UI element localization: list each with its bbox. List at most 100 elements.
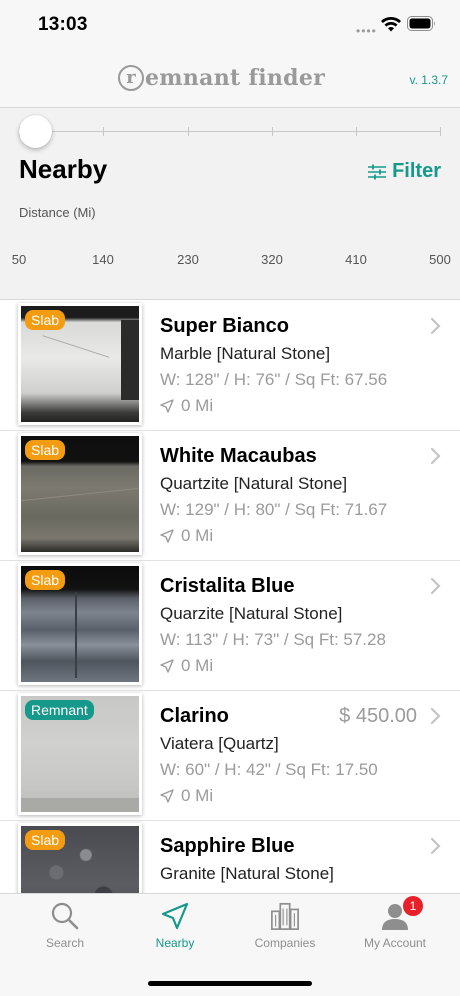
item-material: Viatera [Quartz] bbox=[160, 734, 279, 753]
item-name: Clarino bbox=[160, 705, 229, 727]
dark-granite-slab-photo: Slab bbox=[21, 826, 139, 893]
slab-seam bbox=[75, 592, 77, 678]
slider-tick bbox=[188, 127, 189, 136]
tab-my-account[interactable]: 1 My Account bbox=[340, 894, 450, 954]
item-material: Granite [Natural Stone] bbox=[160, 864, 334, 883]
item-dimensions: W: 129" / H: 80" / Sq Ft: 71.67 bbox=[160, 500, 388, 519]
item-distance-value: 0 Mi bbox=[181, 786, 214, 805]
list-item[interactable]: Slab White Macaubas Quartzite [Natural S… bbox=[0, 431, 460, 561]
distance-label: Distance (Mi) bbox=[19, 205, 96, 220]
item-dimensions: W: 128" / H: 76" / Sq Ft: 67.56 bbox=[160, 370, 388, 389]
logo-text: emnant finder bbox=[145, 65, 326, 91]
status-badge: Slab bbox=[25, 830, 66, 850]
tab-bar: Search Nearby Companies 1 My Account bbox=[0, 893, 460, 996]
signal-dots-icon: •••• bbox=[356, 24, 377, 38]
slider-thumb[interactable] bbox=[19, 115, 52, 148]
status-badge: Slab bbox=[25, 570, 66, 590]
item-thumbnail: Slab bbox=[18, 303, 142, 425]
distance-slider[interactable] bbox=[19, 113, 441, 149]
chevron-right-icon bbox=[430, 707, 441, 725]
status-badge: Slab bbox=[25, 440, 66, 460]
notification-badge: 1 bbox=[403, 896, 423, 916]
item-thumbnail: Slab bbox=[18, 563, 142, 685]
tab-label: My Account bbox=[363, 936, 427, 950]
status-time: 13:03 bbox=[38, 14, 88, 35]
tab-nearby[interactable]: Nearby bbox=[120, 894, 230, 954]
slider-tick-label: 230 bbox=[177, 252, 199, 267]
home-indicator[interactable] bbox=[148, 981, 312, 986]
tab-label: Search bbox=[45, 936, 85, 950]
battery-icon bbox=[407, 16, 435, 31]
chevron-right-icon bbox=[430, 577, 441, 595]
item-distance-value: 0 Mi bbox=[181, 656, 214, 675]
item-name: Sapphire Blue bbox=[160, 835, 295, 857]
item-price: $ 450.00 bbox=[339, 705, 417, 727]
item-distance-value: 0 Mi bbox=[181, 396, 214, 415]
magnifier-icon bbox=[51, 902, 79, 930]
slider-track[interactable] bbox=[19, 131, 441, 132]
item-name: Super Bianco bbox=[160, 315, 289, 337]
chevron-right-icon bbox=[430, 317, 441, 335]
filter-label: Filter bbox=[392, 160, 441, 182]
status-bar: 13:03 •••• bbox=[0, 0, 460, 50]
slab-base bbox=[21, 798, 139, 812]
status-badge: Slab bbox=[25, 310, 66, 330]
list-item[interactable]: Remnant Clarino $ 450.00 Viatera [Quartz… bbox=[0, 691, 460, 821]
item-name: White Macaubas bbox=[160, 445, 317, 467]
logo-mark: r bbox=[118, 65, 144, 91]
item-distance: 0 Mi bbox=[160, 526, 213, 546]
filter-sliders-icon bbox=[368, 164, 387, 179]
item-thumbnail: Slab bbox=[18, 823, 142, 893]
buildings-icon bbox=[271, 902, 299, 930]
page-title: Nearby bbox=[19, 154, 108, 184]
slider-tick bbox=[103, 127, 104, 136]
app-header: r emnant finder v. 1.3.7 bbox=[0, 50, 460, 108]
slider-tick-label: 140 bbox=[92, 252, 114, 267]
item-distance: 0 Mi bbox=[160, 396, 213, 416]
slider-tick bbox=[440, 127, 441, 136]
slider-tick bbox=[356, 127, 357, 136]
item-dimensions: W: 113" / H: 73" / Sq Ft: 57.28 bbox=[160, 630, 386, 649]
list-item[interactable]: Slab Sapphire Blue Granite [Natural Ston… bbox=[0, 821, 460, 893]
item-name: Cristalita Blue bbox=[160, 575, 295, 597]
tab-label: Companies bbox=[254, 936, 316, 950]
tab-companies[interactable]: Companies bbox=[230, 894, 340, 954]
tab-search[interactable]: Search bbox=[10, 894, 120, 954]
location-arrow-icon bbox=[161, 902, 189, 930]
app-screen: 13:03 •••• r emnant finder v. 1.3.7 Near… bbox=[0, 0, 460, 996]
slider-tick-label: 320 bbox=[261, 252, 283, 267]
list-item[interactable]: Slab Super Bianco Marble [Natural Stone]… bbox=[0, 301, 460, 431]
location-arrow-icon bbox=[160, 789, 174, 803]
app-version: v. 1.3.7 bbox=[409, 73, 448, 87]
status-badge: Remnant bbox=[25, 700, 94, 720]
remnant-finder-logo: r emnant finder bbox=[118, 62, 325, 94]
slab-edge-shadow bbox=[121, 320, 139, 400]
item-distance: 0 Mi bbox=[160, 656, 213, 676]
grey-quartzite-slab-photo: Slab bbox=[21, 436, 139, 552]
light-grey-quartz-photo: Remnant bbox=[21, 696, 139, 812]
chevron-right-icon bbox=[430, 837, 441, 855]
slider-tick bbox=[272, 127, 273, 136]
filter-button[interactable]: Filter bbox=[368, 160, 441, 183]
item-distance: 0 Mi bbox=[160, 786, 213, 806]
list-item[interactable]: Slab Cristalita Blue Quarzite [Natural S… bbox=[0, 561, 460, 691]
item-thumbnail: Slab bbox=[18, 433, 142, 555]
item-dimensions: W: 60" / H: 42" / Sq Ft: 17.50 bbox=[160, 760, 378, 779]
item-material: Quarzite [Natural Stone] bbox=[160, 604, 343, 623]
location-arrow-icon bbox=[160, 529, 174, 543]
slider-tick-label: 500 bbox=[429, 252, 451, 267]
tab-label: Nearby bbox=[155, 936, 195, 950]
stone-vein bbox=[21, 487, 139, 502]
white-marble-slab-photo: Slab bbox=[21, 306, 139, 422]
item-thumbnail: Remnant bbox=[18, 693, 142, 815]
nearby-list[interactable]: Slab Super Bianco Marble [Natural Stone]… bbox=[0, 301, 460, 893]
location-arrow-icon bbox=[160, 659, 174, 673]
blue-veined-slab-photo: Slab bbox=[21, 566, 139, 682]
slider-tick-label: 410 bbox=[345, 252, 367, 267]
item-material: Marble [Natural Stone] bbox=[160, 344, 331, 363]
slider-tick-label: 50 bbox=[11, 252, 27, 267]
wifi-icon bbox=[381, 17, 401, 32]
item-material: Quartzite [Natural Stone] bbox=[160, 474, 348, 493]
marble-vein bbox=[42, 335, 110, 358]
location-arrow-icon bbox=[160, 399, 174, 413]
